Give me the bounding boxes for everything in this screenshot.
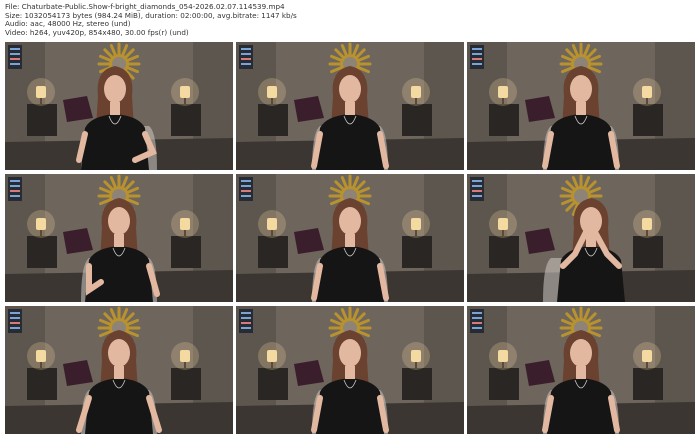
stream-overlay-icon	[239, 45, 253, 69]
stream-overlay-icon	[239, 309, 253, 333]
nightstand-right	[402, 104, 432, 136]
nightstand-right	[171, 368, 201, 400]
lamp-right	[402, 342, 430, 370]
video-thumbnail	[236, 174, 464, 302]
thumbnail-scene	[236, 306, 464, 434]
video-info-line: Video: h264, yuv420p, 854x480, 30.00 fps…	[5, 27, 189, 37]
stream-overlay-icon	[470, 45, 484, 69]
stream-overlay-icon	[239, 177, 253, 201]
lamp-right	[633, 342, 661, 370]
nightstand-right	[402, 368, 432, 400]
lamp-right	[171, 210, 199, 238]
lamp-right	[633, 210, 661, 238]
thumbnail-scene	[467, 174, 695, 302]
lamp-right	[171, 78, 199, 106]
video-thumbnail	[236, 42, 464, 170]
stream-overlay-icon	[470, 309, 484, 333]
lamp-left	[489, 78, 517, 106]
thumbnail-scene	[236, 42, 464, 170]
thumbnail-scene	[5, 42, 233, 170]
stream-overlay-icon	[8, 177, 22, 201]
video-thumbnail	[5, 174, 233, 302]
video-thumbnail	[5, 42, 233, 170]
video-thumbnail	[467, 306, 695, 434]
lamp-left	[489, 210, 517, 238]
nightstand-left	[258, 368, 288, 400]
lamp-left	[258, 210, 286, 238]
thumbnail-scene	[467, 42, 695, 170]
lamp-left	[489, 342, 517, 370]
nightstand-right	[633, 368, 663, 400]
lamp-left	[27, 342, 55, 370]
nightstand-left	[27, 236, 57, 268]
lamp-left	[258, 78, 286, 106]
stream-overlay-icon	[8, 309, 22, 333]
video-thumbnail	[467, 174, 695, 302]
thumbnail-scene	[467, 306, 695, 434]
stream-overlay-icon	[470, 177, 484, 201]
nightstand-left	[489, 104, 519, 136]
nightstand-right	[171, 236, 201, 268]
nightstand-right	[171, 104, 201, 136]
stream-overlay-icon	[8, 45, 22, 69]
nightstand-left	[489, 236, 519, 268]
lamp-right	[633, 78, 661, 106]
nightstand-left	[27, 368, 57, 400]
lamp-left	[27, 210, 55, 238]
lamp-left	[27, 78, 55, 106]
nightstand-left	[27, 104, 57, 136]
nightstand-left	[489, 368, 519, 400]
lamp-right	[402, 210, 430, 238]
nightstand-right	[633, 236, 663, 268]
video-thumbnail	[5, 306, 233, 434]
lamp-left	[258, 342, 286, 370]
nightstand-left	[258, 236, 288, 268]
thumbnail-scene	[5, 174, 233, 302]
thumbnail-scene	[236, 174, 464, 302]
thumbnail-grid	[5, 42, 695, 434]
nightstand-right	[402, 236, 432, 268]
lamp-right	[402, 78, 430, 106]
video-thumbnail	[467, 42, 695, 170]
nightstand-left	[258, 104, 288, 136]
file-info-header: File: Chaturbate-Public.Show-f-bright_di…	[5, 2, 695, 37]
thumbnail-scene	[5, 306, 233, 434]
lamp-right	[171, 342, 199, 370]
nightstand-right	[633, 104, 663, 136]
contact-sheet: File: Chaturbate-Public.Show-f-bright_di…	[0, 0, 700, 438]
video-thumbnail	[236, 306, 464, 434]
